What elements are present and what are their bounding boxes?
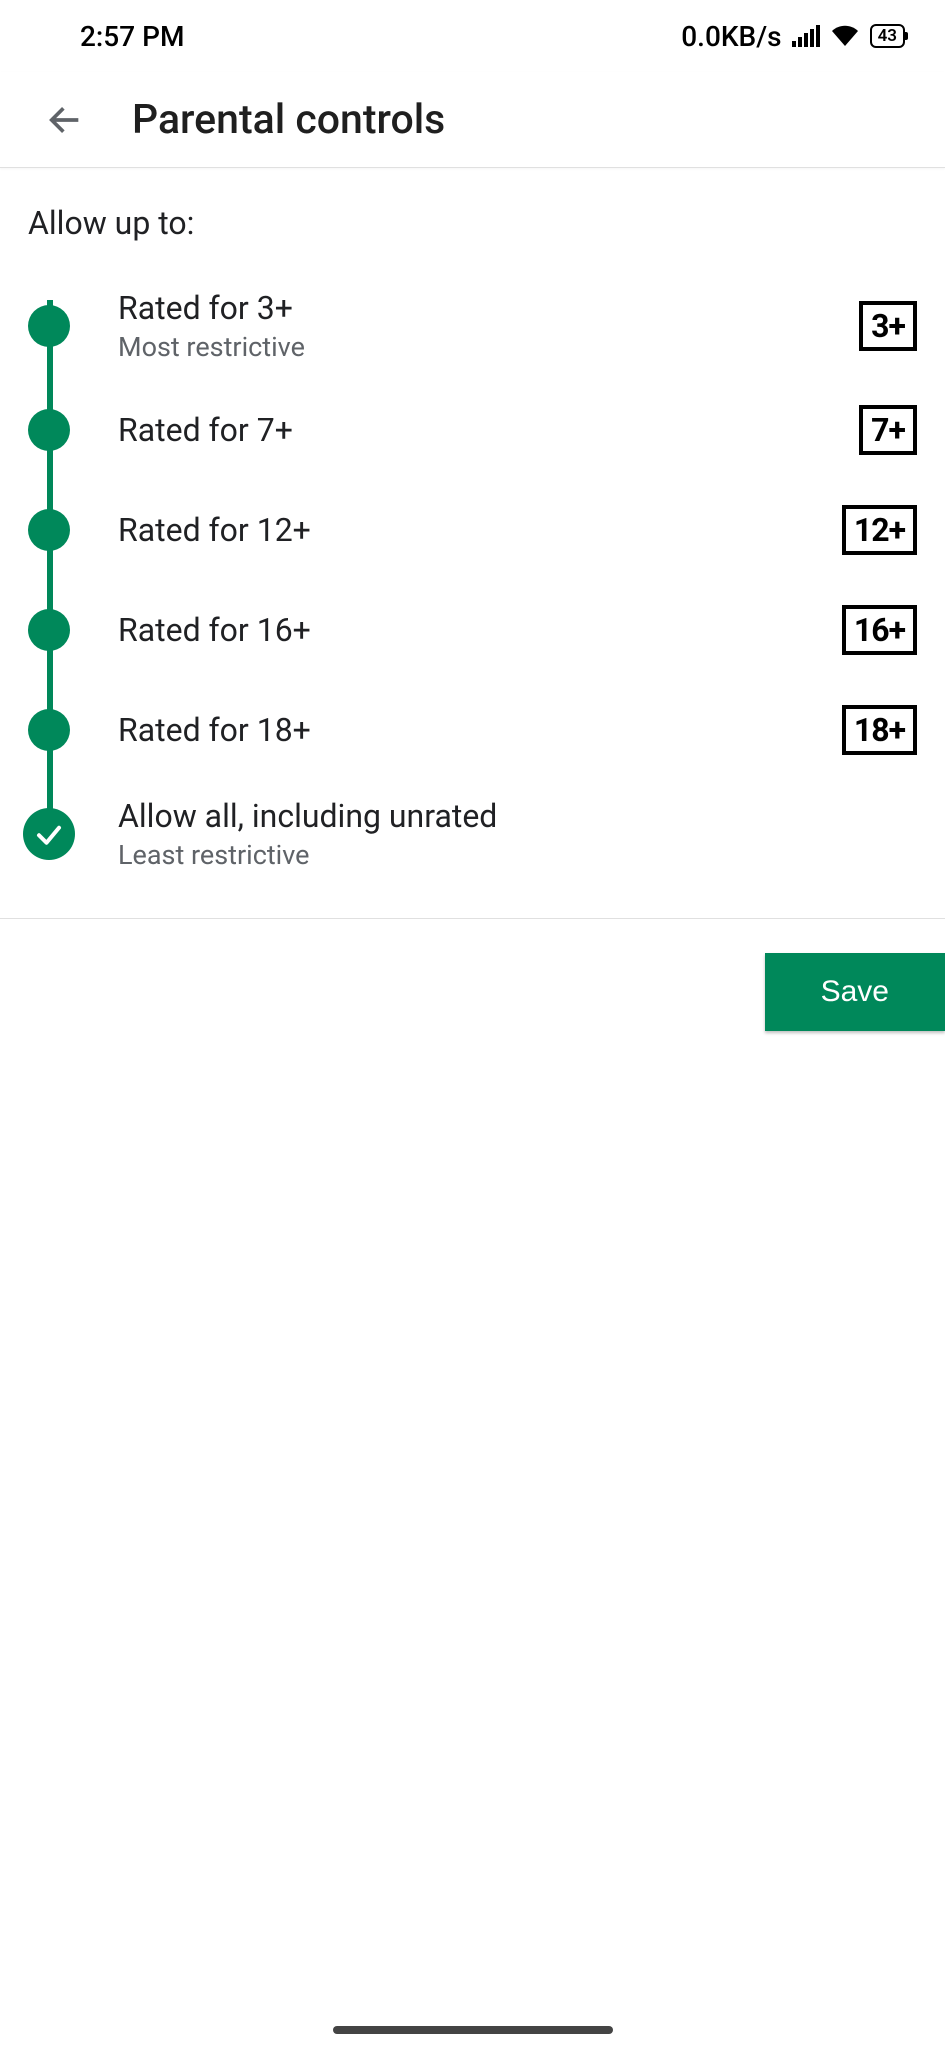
step-text: Rated for 3+ Most restrictive [118,289,859,363]
save-button[interactable]: Save [765,953,945,1031]
rating-option-7plus[interactable]: Rated for 7+ 7+ [28,380,917,480]
status-time: 2:57 PM [80,20,184,53]
step-title: Rated for 18+ [118,711,842,749]
titlebar: Parental controls [0,72,945,168]
step-title: Rated for 3+ [118,289,859,327]
step-title: Rated for 16+ [118,611,842,649]
home-indicator[interactable] [333,2026,613,2034]
rating-badge: 16+ [842,605,917,655]
step-text: Rated for 7+ [118,411,859,449]
step-dot [28,609,70,651]
signal-icon [792,25,820,47]
step-subtitle: Most restrictive [118,331,859,363]
step-title: Rated for 7+ [118,411,859,449]
actions-bar: Save [0,919,945,1031]
rating-badge: 7+ [859,405,917,455]
step-text: Rated for 16+ [118,611,842,649]
step-title: Rated for 12+ [118,511,842,549]
step-dot [28,709,70,751]
step-text: Rated for 18+ [118,711,842,749]
step-dot [28,409,70,451]
step-title: Allow all, including unrated [118,797,917,835]
step-subtitle: Least restrictive [118,839,917,871]
battery-indicator: 43 [870,24,905,48]
wifi-icon [830,25,860,47]
rating-badge: 3+ [859,301,917,351]
back-button[interactable] [30,85,100,155]
rating-badge: 18+ [842,705,917,755]
step-dot-selected [23,808,75,860]
rating-option-allow-all[interactable]: Allow all, including unrated Least restr… [28,780,917,888]
status-bar: 2:57 PM 0.0KB/s 43 [0,0,945,72]
step-text: Allow all, including unrated Least restr… [118,797,917,871]
rating-option-3plus[interactable]: Rated for 3+ Most restrictive 3+ [28,272,917,380]
rating-option-12plus[interactable]: Rated for 12+ 12+ [28,480,917,580]
rating-option-16plus[interactable]: Rated for 16+ 16+ [28,580,917,680]
network-speed: 0.0KB/s [681,20,781,53]
status-right: 0.0KB/s 43 [681,20,905,53]
checkmark-icon [34,819,64,849]
rating-stepper: Rated for 3+ Most restrictive 3+ Rated f… [0,272,945,888]
rating-option-18plus[interactable]: Rated for 18+ 18+ [28,680,917,780]
rating-badge: 12+ [842,505,917,555]
arrow-left-icon [45,100,85,140]
step-dot [28,509,70,551]
step-text: Rated for 12+ [118,511,842,549]
section-label: Allow up to: [0,168,945,272]
step-dot [28,305,70,347]
page-title: Parental controls [132,96,445,144]
